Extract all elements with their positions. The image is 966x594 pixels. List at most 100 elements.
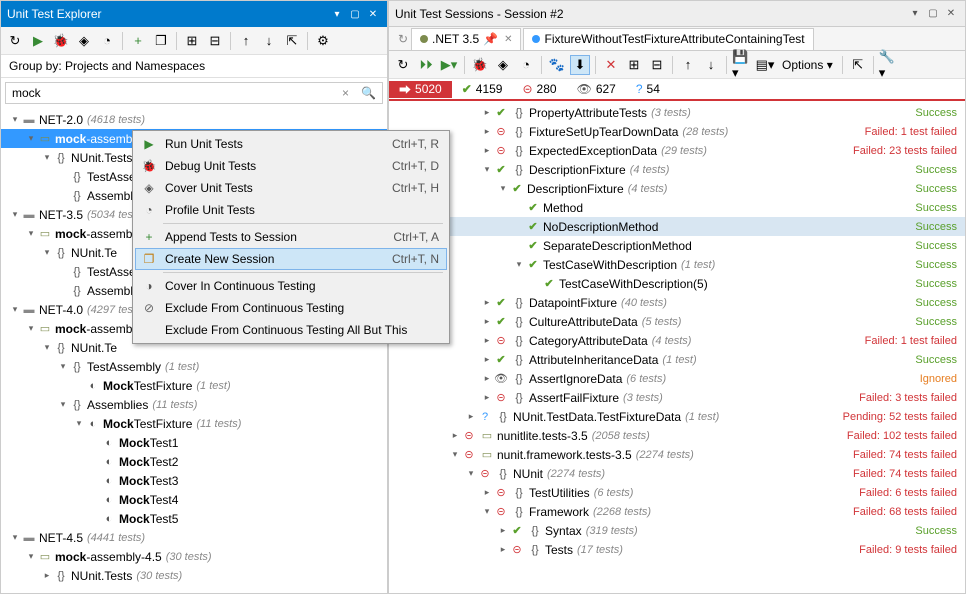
summary-item[interactable]: 👁627 — [567, 82, 626, 96]
prev-icon[interactable]: ↑ — [678, 55, 698, 75]
expand-icon[interactable]: ▸ — [481, 487, 493, 498]
tools-icon[interactable]: 🔧▾ — [879, 55, 899, 75]
expand-all-icon[interactable]: ⊞ — [624, 55, 644, 75]
tree-item[interactable]: ▸✔{}CultureAttributeData(5 tests)Success — [389, 312, 965, 331]
expand-icon[interactable]: ▸ — [481, 354, 493, 365]
menu-item[interactable]: ❐Create New SessionCtrl+T, N — [135, 248, 447, 270]
tree-item[interactable]: ▸⊝{}AssertFailFixture(3 tests)Failed: 3 … — [389, 388, 965, 407]
tree-item[interactable]: ▾{}TestAssembly(1 test) — [1, 357, 387, 376]
run-all-icon[interactable]: ⏵⏵ — [416, 55, 436, 75]
collapse-all-icon[interactable]: ⊟ — [647, 55, 667, 75]
tree-item[interactable]: ▾✔TestCaseWithDescription(1 test)Success — [389, 255, 965, 274]
tree-item[interactable]: ▾{}Assemblies(11 tests) — [1, 395, 387, 414]
tree-item[interactable]: ▸{}NUnit.Tests(30 tests) — [1, 566, 387, 585]
next-icon[interactable]: ↓ — [701, 55, 721, 75]
debug-icon[interactable]: 🐞 — [51, 31, 71, 51]
expand-icon[interactable]: ▸ — [41, 570, 53, 581]
expand-icon[interactable]: ▾ — [25, 133, 37, 144]
continuous-icon[interactable]: 🐾 — [547, 55, 567, 75]
summary-item[interactable]: ⮕5020 — [389, 81, 452, 98]
expand-icon[interactable]: ▾ — [513, 259, 525, 270]
sessions-tree[interactable]: ▸✔{}PropertyAttributeTests(3 tests)Succe… — [389, 101, 965, 593]
expand-icon[interactable]: ▾ — [481, 164, 493, 175]
expand-icon[interactable]: ▾ — [497, 183, 509, 194]
expand-icon[interactable]: ▸ — [497, 525, 509, 536]
session-tab[interactable]: FixtureWithoutTestFixtureAttributeContai… — [523, 28, 813, 50]
menu-item[interactable]: ◑Cover In Continuous Testing — [135, 275, 447, 297]
tree-item[interactable]: ✔TestCaseWithDescription(5)Success — [389, 274, 965, 293]
options-dropdown[interactable]: Options ▾ — [778, 58, 837, 72]
tree-item[interactable]: ◐MockTest2 — [1, 452, 387, 471]
tree-item[interactable]: ◐MockTest1 — [1, 433, 387, 452]
menu-item[interactable]: ◈Cover Unit TestsCtrl+T, H — [135, 177, 447, 199]
tab-close-icon[interactable]: ✕ — [504, 34, 512, 45]
expand-icon[interactable]: ▸ — [481, 335, 493, 346]
tree-item[interactable]: ▸✔{}DatapointFixture(40 tests)Success — [389, 293, 965, 312]
search-clear-icon[interactable]: × — [336, 86, 355, 100]
tree-item[interactable]: ▾⊝▭nunit.framework.tests-3.5(2274 tests)… — [389, 445, 965, 464]
window-dropdown-icon[interactable]: ▾ — [907, 7, 923, 21]
cover-icon[interactable]: ◈ — [493, 55, 513, 75]
run-icon[interactable]: ▶▾ — [439, 55, 459, 75]
tree-item[interactable]: ▾⊝{}NUnit(2274 tests)Failed: 74 tests fa… — [389, 464, 965, 483]
tabs-refresh-icon[interactable]: ↻ — [395, 32, 411, 46]
collapse-all-icon[interactable]: ⊟ — [205, 31, 225, 51]
tree-item[interactable]: ▸⊝{}FixtureSetUpTearDownData(28 tests)Fa… — [389, 122, 965, 141]
tree-item[interactable]: ✔SeparateDescriptionMethodSuccess — [389, 236, 965, 255]
expand-icon[interactable]: ▾ — [25, 228, 37, 239]
tree-item[interactable]: ◐MockTest4 — [1, 490, 387, 509]
expand-icon[interactable]: ▾ — [449, 449, 461, 460]
menu-item[interactable]: +Append Tests to SessionCtrl+T, A — [135, 226, 447, 248]
expand-icon[interactable]: ▸ — [481, 126, 493, 137]
expand-icon[interactable]: ▸ — [449, 430, 461, 441]
profile-icon[interactable]: ◔ — [516, 55, 536, 75]
settings-icon[interactable]: ⚙ — [313, 31, 333, 51]
menu-item[interactable]: 🐞Debug Unit TestsCtrl+T, D — [135, 155, 447, 177]
menu-item[interactable]: Exclude From Continuous Testing All But … — [135, 319, 447, 341]
export-icon[interactable]: ⇱ — [282, 31, 302, 51]
summary-item[interactable]: ✔4159 — [452, 82, 513, 96]
pin-icon[interactable]: 📌 — [483, 32, 498, 46]
expand-icon[interactable]: ▾ — [73, 418, 85, 429]
next-icon[interactable]: ↓ — [259, 31, 279, 51]
tree-item[interactable]: ▸⊝{}Tests(17 tests)Failed: 9 tests faile… — [389, 540, 965, 559]
tree-item[interactable]: ▸⊝{}TestUtilities(6 tests)Failed: 6 test… — [389, 483, 965, 502]
expand-icon[interactable]: ▾ — [9, 304, 21, 315]
tree-item[interactable]: ◐MockTestFixture(1 test) — [1, 376, 387, 395]
expand-icon[interactable]: ▸ — [481, 373, 493, 384]
tree-item[interactable]: ◐MockTest5 — [1, 509, 387, 528]
search-input[interactable] — [6, 86, 336, 100]
expand-icon[interactable]: ▾ — [9, 114, 21, 125]
layout-icon[interactable]: ▤▾ — [755, 55, 775, 75]
expand-icon[interactable]: ▸ — [481, 145, 493, 156]
tree-item[interactable]: ▾▬NET-2.0(4618 tests) — [1, 110, 387, 129]
summary-item[interactable]: ?54 — [626, 82, 670, 96]
expand-icon[interactable]: ▸ — [481, 316, 493, 327]
prev-icon[interactable]: ↑ — [236, 31, 256, 51]
tree-item[interactable]: ▸👁{}AssertIgnoreData(6 tests)Ignored — [389, 369, 965, 388]
expand-icon[interactable]: ▾ — [57, 399, 69, 410]
run-icon[interactable]: ▶ — [28, 31, 48, 51]
window-maximize-icon[interactable]: ▢ — [925, 7, 941, 21]
refresh-icon[interactable]: ↻ — [393, 55, 413, 75]
window-close-icon[interactable]: ✕ — [365, 7, 381, 21]
tree-item[interactable]: ▾✔DescriptionFixture(4 tests)Success — [389, 179, 965, 198]
group-by-dropdown[interactable]: Group by: Projects and Namespaces — [1, 55, 387, 78]
search-icon[interactable]: 🔍 — [355, 86, 382, 100]
tree-item[interactable]: ▾◐MockTestFixture(11 tests) — [1, 414, 387, 433]
window-maximize-icon[interactable]: ▢ — [347, 7, 363, 21]
expand-icon[interactable]: ▾ — [9, 209, 21, 220]
expand-icon[interactable]: ▾ — [465, 468, 477, 479]
tree-item[interactable]: ▸✔{}PropertyAttributeTests(3 tests)Succe… — [389, 103, 965, 122]
expand-icon[interactable]: ▾ — [57, 361, 69, 372]
summary-item[interactable]: ⊝280 — [512, 82, 566, 96]
tree-item[interactable]: ◐MockTest3 — [1, 471, 387, 490]
tree-item[interactable]: ▸⊝{}ExpectedExceptionData(29 tests)Faile… — [389, 141, 965, 160]
menu-item[interactable]: ▶Run Unit TestsCtrl+T, R — [135, 133, 447, 155]
tree-item[interactable]: ▸⊝▭nunitlite.tests-3.5(2058 tests)Failed… — [389, 426, 965, 445]
save-icon[interactable]: 💾▾ — [732, 55, 752, 75]
window-dropdown-icon[interactable]: ▾ — [329, 7, 345, 21]
expand-icon[interactable]: ▸ — [481, 297, 493, 308]
expand-all-icon[interactable]: ⊞ — [182, 31, 202, 51]
expand-icon[interactable]: ▾ — [41, 152, 53, 163]
